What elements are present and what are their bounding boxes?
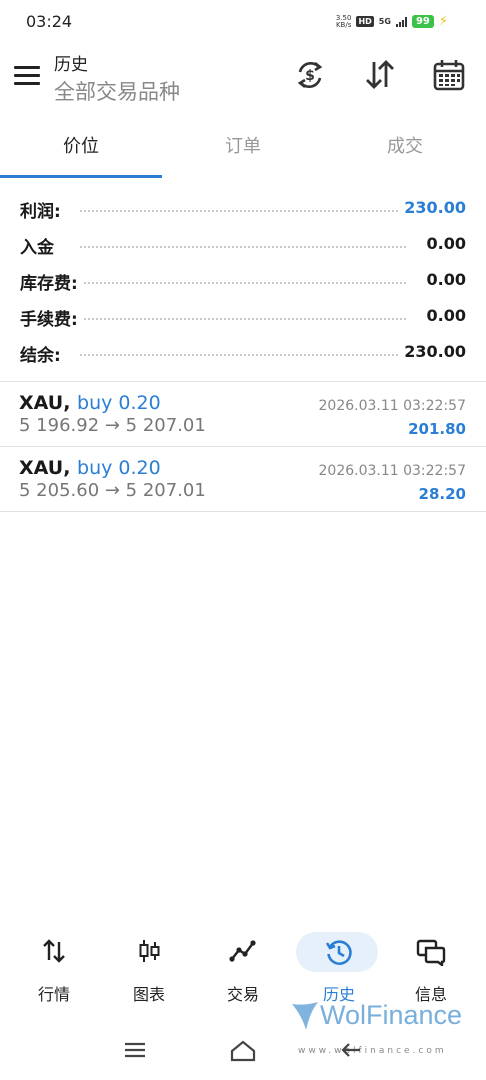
- dot-leader: [80, 210, 406, 212]
- watermark-url: www.wolfinance.com: [298, 1046, 447, 1056]
- calendar-icon[interactable]: [432, 58, 466, 92]
- signal-icon: [395, 16, 407, 27]
- summary-label: 库存费:: [20, 269, 84, 294]
- tab-orders[interactable]: 订单: [162, 122, 324, 178]
- quotes-arrows-icon: [43, 939, 65, 963]
- nav-label: 行情: [37, 985, 70, 1004]
- deal-side: buy 0.20: [77, 457, 161, 479]
- nav-label: 图表: [132, 985, 165, 1004]
- tab-price[interactable]: 价位: [0, 122, 162, 178]
- nav-messages[interactable]: 信息: [386, 930, 476, 1010]
- summary-label: 结余:: [20, 341, 67, 366]
- nav-label: 交易: [226, 985, 259, 1004]
- divider: [0, 511, 486, 512]
- svg-text:$: $: [305, 68, 315, 84]
- nav-quotes[interactable]: 行情: [9, 930, 99, 1010]
- messages-icon: [416, 939, 446, 966]
- summary-label: 入金: [20, 233, 60, 258]
- symbol-filter[interactable]: 全部交易品种: [54, 76, 180, 106]
- deal-time: 2026.03.11 03:22:57: [318, 463, 467, 479]
- candlestick-chart-icon: [139, 940, 160, 962]
- nav-chart[interactable]: 图表: [104, 930, 194, 1010]
- trade-line-icon: [229, 940, 256, 962]
- dot-leader: [80, 282, 406, 284]
- summary-value: 0.00: [420, 306, 466, 325]
- bottom-nav: 行情 图表 交易 历史 信息: [0, 930, 486, 1010]
- deal-prices: 5 196.92 → 5 207.01: [19, 415, 206, 436]
- summary-label: 手续费:: [20, 305, 84, 330]
- summary-label: 利润:: [20, 197, 67, 222]
- summary-row-balance: 结余: 230.00: [0, 334, 486, 370]
- charging-icon: ⚡: [438, 14, 448, 29]
- deal-time: 2026.03.11 03:22:57: [318, 398, 467, 414]
- summary-value: 230.00: [398, 198, 466, 217]
- deal-profit: 28.20: [418, 485, 466, 503]
- summary-row-swap: 库存费: 0.00: [0, 262, 486, 298]
- nav-trade[interactable]: 交易: [198, 930, 288, 1010]
- status-icons: 3.50 KB/s HD 5G 99 ⚡: [336, 14, 448, 29]
- tab-bar: 价位 订单 成交: [0, 122, 486, 178]
- network-speed: 3.50 KB/s: [335, 13, 352, 29]
- summary-row-profit: 利润: 230.00: [0, 190, 486, 226]
- back-icon[interactable]: [340, 1040, 364, 1060]
- menu-icon[interactable]: [14, 66, 40, 86]
- page-title: 历史: [54, 55, 88, 75]
- deal-row[interactable]: XAU, buy 0.20 5 196.92 → 5 207.01 2026.0…: [0, 382, 486, 446]
- deal-prices: 5 205.60 → 5 207.01: [19, 480, 206, 501]
- dot-leader: [80, 246, 406, 248]
- history-clock-icon: [325, 940, 352, 965]
- deal-profit: 201.80: [408, 420, 466, 438]
- status-time: 03:24: [26, 12, 73, 31]
- wolfinance-logo-icon: [292, 1002, 318, 1030]
- watermark-brand: WolFinance: [320, 1000, 463, 1030]
- deal-row[interactable]: XAU, buy 0.20 5 205.60 → 5 207.01 2026.0…: [0, 447, 486, 511]
- deal-symbol: XAU, buy 0.20: [19, 392, 161, 414]
- recents-icon[interactable]: [124, 1040, 146, 1060]
- summary-value: 230.00: [398, 342, 466, 361]
- currency-exchange-icon[interactable]: $: [293, 58, 327, 92]
- battery-level: 99: [411, 15, 434, 28]
- network-type: 5G: [378, 17, 391, 26]
- summary-value: 0.00: [420, 270, 466, 289]
- home-icon[interactable]: [230, 1040, 256, 1062]
- deal-symbol: XAU, buy 0.20: [19, 457, 161, 479]
- summary-panel: 利润: 230.00 入金 0.00 库存费: 0.00 手续费: 0.00 结…: [0, 190, 486, 370]
- nav-history[interactable]: 历史: [294, 930, 384, 1010]
- tab-deals[interactable]: 成交: [324, 122, 486, 178]
- deal-side: buy 0.20: [77, 392, 161, 414]
- hd-badge: HD: [356, 16, 374, 27]
- dot-leader: [80, 354, 406, 356]
- summary-value: 0.00: [420, 234, 466, 253]
- dot-leader: [80, 318, 406, 320]
- summary-row-commission: 手续费: 0.00: [0, 298, 486, 334]
- summary-row-deposit: 入金 0.00: [0, 226, 486, 262]
- sort-icon[interactable]: [363, 58, 397, 92]
